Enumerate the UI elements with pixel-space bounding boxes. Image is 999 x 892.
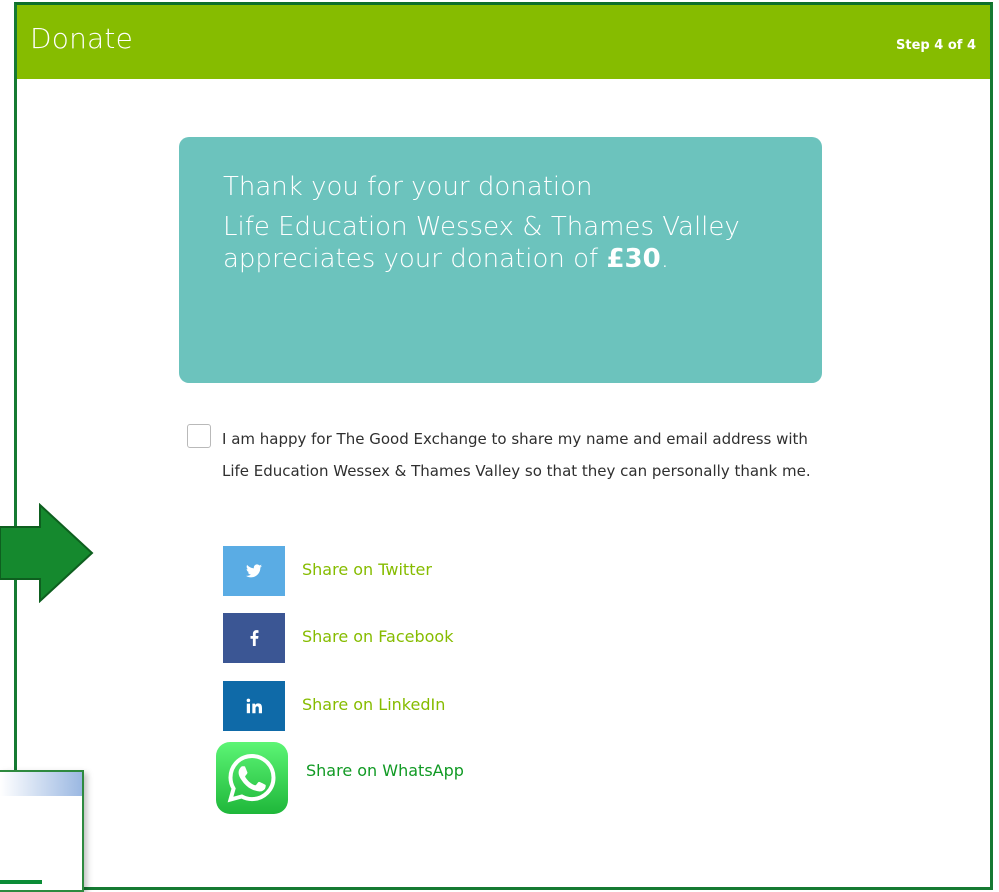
overlay-window-fragment [0, 770, 84, 892]
share-twitter-link[interactable]: Share on Twitter [302, 560, 432, 579]
thank-you-heading: Thank you for your donation [223, 172, 593, 202]
share-linkedin-link[interactable]: Share on LinkedIn [302, 695, 445, 714]
twitter-icon [246, 564, 262, 578]
facebook-button[interactable] [223, 613, 285, 663]
thank-you-card: Thank you for your donation Life Educati… [179, 137, 822, 383]
share-facebook-link[interactable]: Share on Facebook [302, 627, 453, 646]
step-indicator: Step 4 of 4 [896, 38, 976, 53]
overlay-title-bar [0, 772, 82, 796]
consent-checkbox[interactable] [187, 424, 211, 448]
page-title: Donate [30, 22, 134, 55]
linkedin-icon [246, 698, 262, 714]
consent-label: I am happy for The Good Exchange to shar… [222, 430, 811, 480]
linkedin-button[interactable] [223, 681, 285, 731]
thank-you-suffix: . [660, 244, 669, 274]
thank-you-message: Life Education Wessex & Thames Valley ap… [223, 211, 768, 275]
facebook-icon [250, 630, 258, 646]
header-bar: Donate Step 4 of 4 [17, 5, 990, 79]
share-whatsapp-link[interactable]: Share on WhatsApp [306, 761, 464, 780]
right-arrow-icon [0, 503, 94, 603]
donation-amount: £30 [606, 244, 661, 274]
overlay-green-line [0, 880, 42, 884]
whatsapp-icon [227, 753, 276, 803]
whatsapp-button[interactable] [216, 742, 288, 814]
twitter-button[interactable] [223, 546, 285, 596]
